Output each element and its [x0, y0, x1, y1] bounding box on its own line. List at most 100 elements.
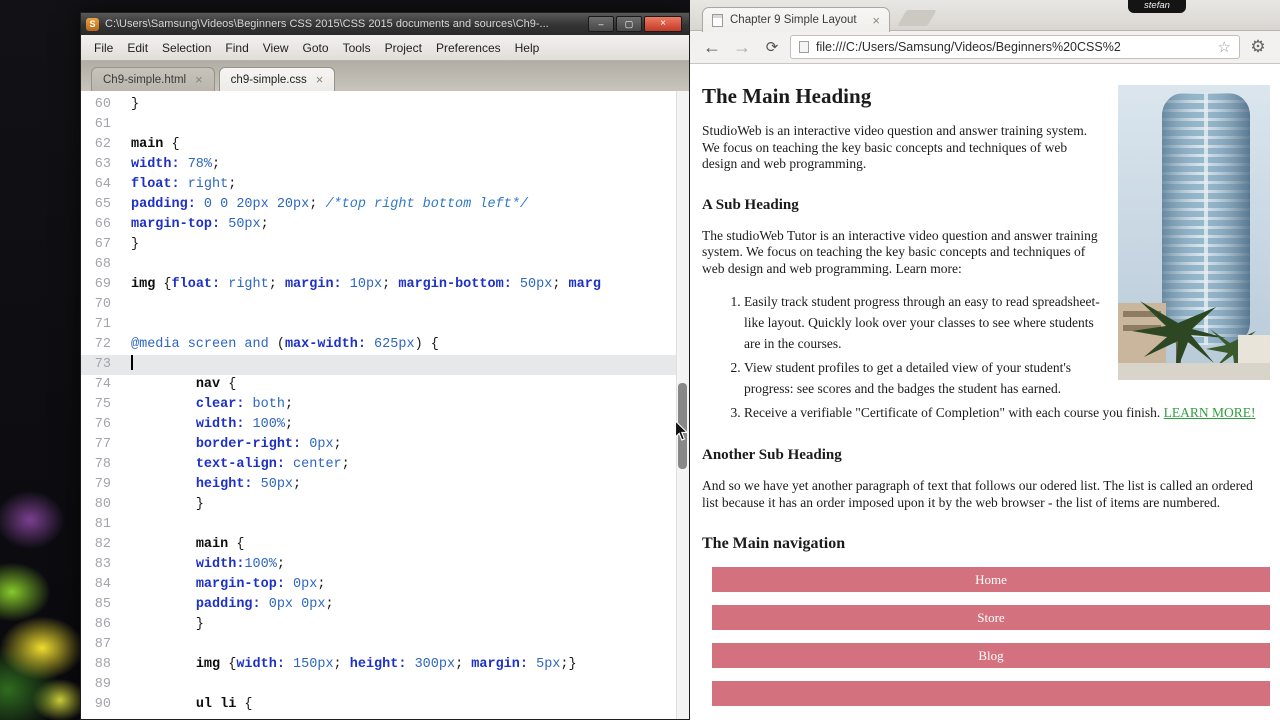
code-line[interactable]: 62 main { [81, 135, 689, 155]
tab-close-icon[interactable]: × [872, 13, 880, 28]
settings-menu-icon[interactable]: ⚙ [1246, 37, 1270, 57]
code-line[interactable]: 78 text-align: center; [81, 455, 689, 475]
menu-preferences[interactable]: Preferences [429, 38, 508, 58]
code-line[interactable]: 71 [81, 315, 689, 335]
bookmark-star-icon[interactable]: ☆ [1218, 38, 1231, 56]
code-line[interactable]: 82 main { [81, 535, 689, 555]
line-number: 86 [94, 617, 111, 632]
menu-view[interactable]: View [256, 38, 296, 58]
window-title: C:\Users\Samsung\Videos\Beginners CSS 20… [105, 18, 549, 30]
code-line[interactable]: 76 width: 100%; [81, 415, 689, 435]
line-number: 69 [94, 277, 111, 292]
line-text: nav { [195, 377, 237, 392]
forward-button[interactable]: → [730, 38, 754, 56]
menu-edit[interactable]: Edit [120, 38, 155, 58]
tab-label: ch9-simple.css [230, 73, 307, 86]
code-line[interactable]: 89 [81, 675, 689, 695]
code-line[interactable]: 77 border-right: 0px; [81, 435, 689, 455]
menu-selection[interactable]: Selection [155, 38, 218, 58]
tab-close-icon[interactable]: × [195, 72, 203, 87]
editor-scrollbar[interactable] [676, 91, 689, 719]
nav-heading: The Main navigation [702, 535, 846, 552]
code-line[interactable]: 86 } [81, 615, 689, 635]
line-number: 89 [94, 677, 111, 692]
learn-more-link[interactable]: LEARN MORE! [1164, 405, 1256, 420]
menu-find[interactable]: Find [218, 38, 255, 58]
menu-tools[interactable]: Tools [336, 38, 378, 58]
line-number: 72 [94, 337, 111, 352]
code-line[interactable]: 63 width: 78%; [81, 155, 689, 175]
nav-button-partial[interactable] [712, 681, 1270, 706]
nav-button-store[interactable]: Store [712, 605, 1270, 630]
close-button[interactable]: × [644, 16, 682, 32]
address-bar[interactable]: file:///C:/Users/Samsung/Videos/Beginner… [790, 35, 1240, 59]
line-number: 80 [94, 497, 111, 512]
code-line[interactable]: 67} [81, 235, 689, 255]
code-line[interactable]: 74 nav { [81, 375, 689, 395]
page-icon [799, 41, 809, 53]
editor-tab[interactable]: ch9-simple.css × [218, 67, 336, 91]
line-text: @media screen and (max-width: 625px) { [131, 337, 439, 352]
line-text: } [131, 97, 140, 112]
code-line[interactable]: 90 ul li { [81, 695, 689, 715]
code-line[interactable]: 80 } [81, 495, 689, 515]
code-line[interactable]: 75 clear: both; [81, 395, 689, 415]
line-text: main { [131, 137, 180, 152]
code-line[interactable]: 65 padding: 0 0 20px 20px; /*top right bo… [81, 195, 689, 215]
code-line[interactable]: 70 [81, 295, 689, 315]
mouse-cursor-icon [674, 420, 689, 441]
code-line[interactable]: 64 float: right; [81, 175, 689, 195]
code-line[interactable]: 61 [81, 115, 689, 135]
editor-tab[interactable]: Ch9-simple.html × [91, 67, 215, 91]
line-number: 82 [94, 537, 111, 552]
nav-button-blog[interactable]: Blog [712, 643, 1270, 668]
code-line[interactable]: 68 [81, 255, 689, 275]
code-line[interactable]: 85 padding: 0px 0px; [81, 595, 689, 615]
browser-toolbar: ← → ⟳ file:///C:/Users/Samsung/Videos/Be… [690, 31, 1280, 64]
line-text: } [131, 497, 204, 512]
menu-project[interactable]: Project [378, 38, 429, 58]
line-text [131, 355, 133, 375]
refresh-button[interactable]: ⟳ [760, 40, 784, 55]
code-editor[interactable]: 60} 61 62 main {63 width: 78%; 64 float: right… [81, 91, 689, 719]
code-line[interactable]: 66 margin-top: 50px; [81, 215, 689, 235]
code-line[interactable]: 73 [81, 355, 689, 375]
text-caret [131, 355, 133, 370]
browser-tab-title: Chapter 9 Simple Layout [730, 14, 857, 26]
tab-close-icon[interactable]: × [316, 72, 324, 87]
line-number: 90 [94, 697, 111, 712]
rendered-page: The Main Heading StudioWeb is an interac… [690, 64, 1280, 720]
url-text[interactable]: file:///C:/Users/Samsung/Videos/Beginner… [816, 40, 1211, 54]
browser-tabstrip: Chapter 9 Simple Layout × [690, 0, 1280, 32]
menu-goto[interactable]: Goto [296, 38, 336, 58]
building-photo [1118, 85, 1270, 380]
line-text: border-right: 0px; [195, 437, 342, 452]
line-number: 70 [94, 297, 111, 312]
menu-help[interactable]: Help [508, 38, 547, 58]
line-number: 77 [94, 437, 111, 452]
menu-file[interactable]: File [87, 38, 120, 58]
line-number: 60 [94, 97, 111, 112]
nav-button-home[interactable]: Home [712, 567, 1270, 592]
code-line[interactable]: 79 height: 50px; [81, 475, 689, 495]
browser-tab[interactable]: Chapter 9 Simple Layout × [702, 7, 890, 32]
line-text: height: 50px; [195, 477, 302, 492]
minimize-button[interactable]: – [588, 16, 614, 32]
maximize-button[interactable]: ▢ [616, 16, 642, 32]
line-text: } [131, 237, 140, 252]
editor-titlebar[interactable]: S C:\Users\Samsung\Videos\Beginners CSS … [81, 13, 689, 35]
line-text: img {float: right; margin: 10px; margin-… [131, 277, 601, 292]
code-line[interactable]: 60} [81, 95, 689, 115]
code-line[interactable]: 87 [81, 635, 689, 655]
code-line[interactable]: 84 margin-top: 0px; [81, 575, 689, 595]
code-line[interactable]: 88 img {width: 150px; height: 300px; mar… [81, 655, 689, 675]
code-line[interactable]: 83 width:100%; [81, 555, 689, 575]
code-line[interactable]: 81 [81, 515, 689, 535]
code-line[interactable]: 72 @media screen and (max-width: 625px) { [81, 335, 689, 355]
line-text: width:100%; [195, 557, 285, 572]
back-button[interactable]: ← [700, 38, 724, 56]
new-tab-button[interactable] [897, 10, 937, 26]
line-text: float: right; [131, 177, 237, 192]
code-line[interactable]: 69 img {float: right; margin: 10px; margi… [81, 275, 689, 295]
line-text: padding: 0 0 20px 20px; /*top right bott… [131, 197, 528, 212]
